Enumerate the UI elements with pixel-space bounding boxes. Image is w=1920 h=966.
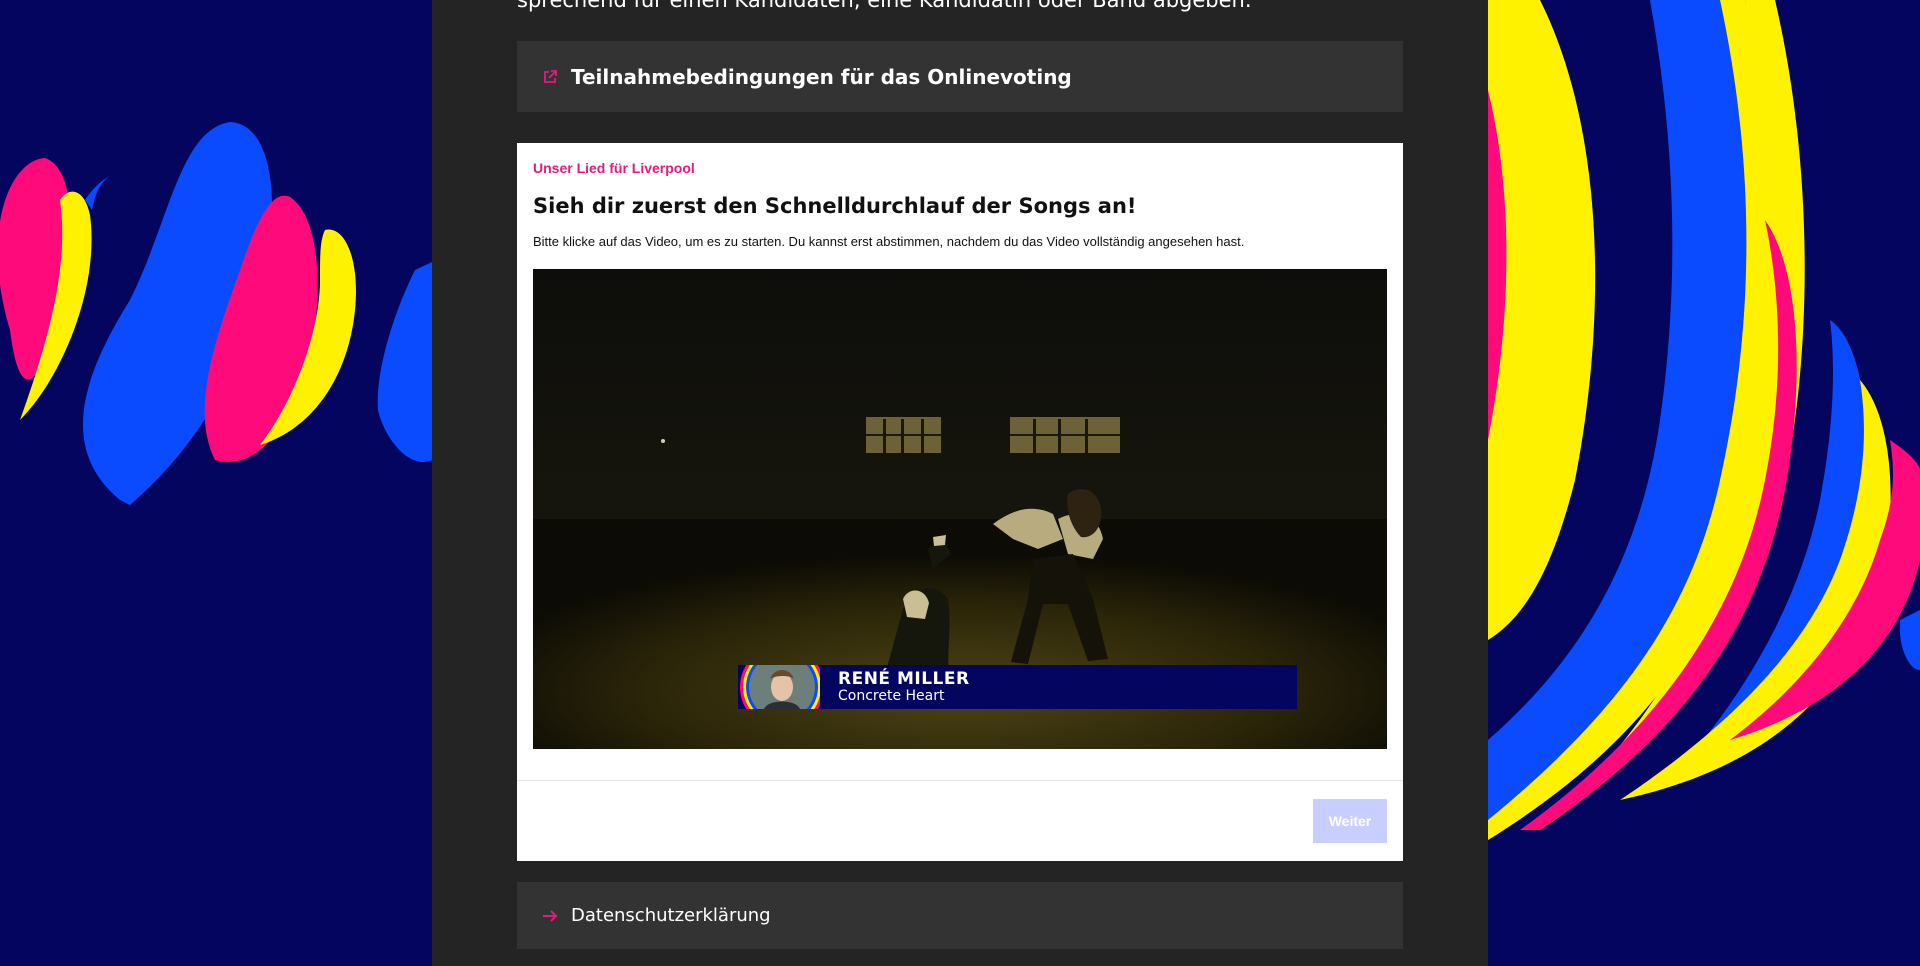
artist-avatar xyxy=(738,665,820,709)
intro-text: sprechend für einen Kandidaten, eine Kan… xyxy=(517,0,1252,12)
card-title: Sieh dir zuerst den Schnelldurchlauf der… xyxy=(533,194,1137,218)
video-player[interactable]: RENÉ MILLER Concrete Heart xyxy=(533,269,1387,749)
artist-name: RENÉ MILLER xyxy=(838,668,970,689)
next-button[interactable]: Weiter xyxy=(1313,799,1387,843)
card-description: Bitte klicke auf das Video, um es zu sta… xyxy=(533,234,1245,249)
voting-card: Unser Lied für Liverpool Sieh dir zuerst… xyxy=(517,143,1403,861)
terms-link[interactable]: Teilnahmebedingungen für das Onlinevotin… xyxy=(517,41,1403,112)
privacy-link-label: Datenschutzerklärung xyxy=(571,905,771,926)
video-lower-third: RENÉ MILLER Concrete Heart xyxy=(738,665,1297,709)
card-divider xyxy=(517,780,1403,781)
external-link-icon xyxy=(539,66,561,88)
arrow-right-icon xyxy=(539,905,561,927)
card-eyebrow: Unser Lied für Liverpool xyxy=(533,160,695,176)
privacy-link[interactable]: Datenschutzerklärung xyxy=(517,882,1403,949)
song-title: Concrete Heart xyxy=(838,687,945,704)
terms-link-label: Teilnahmebedingungen für das Onlinevotin… xyxy=(571,64,1072,89)
